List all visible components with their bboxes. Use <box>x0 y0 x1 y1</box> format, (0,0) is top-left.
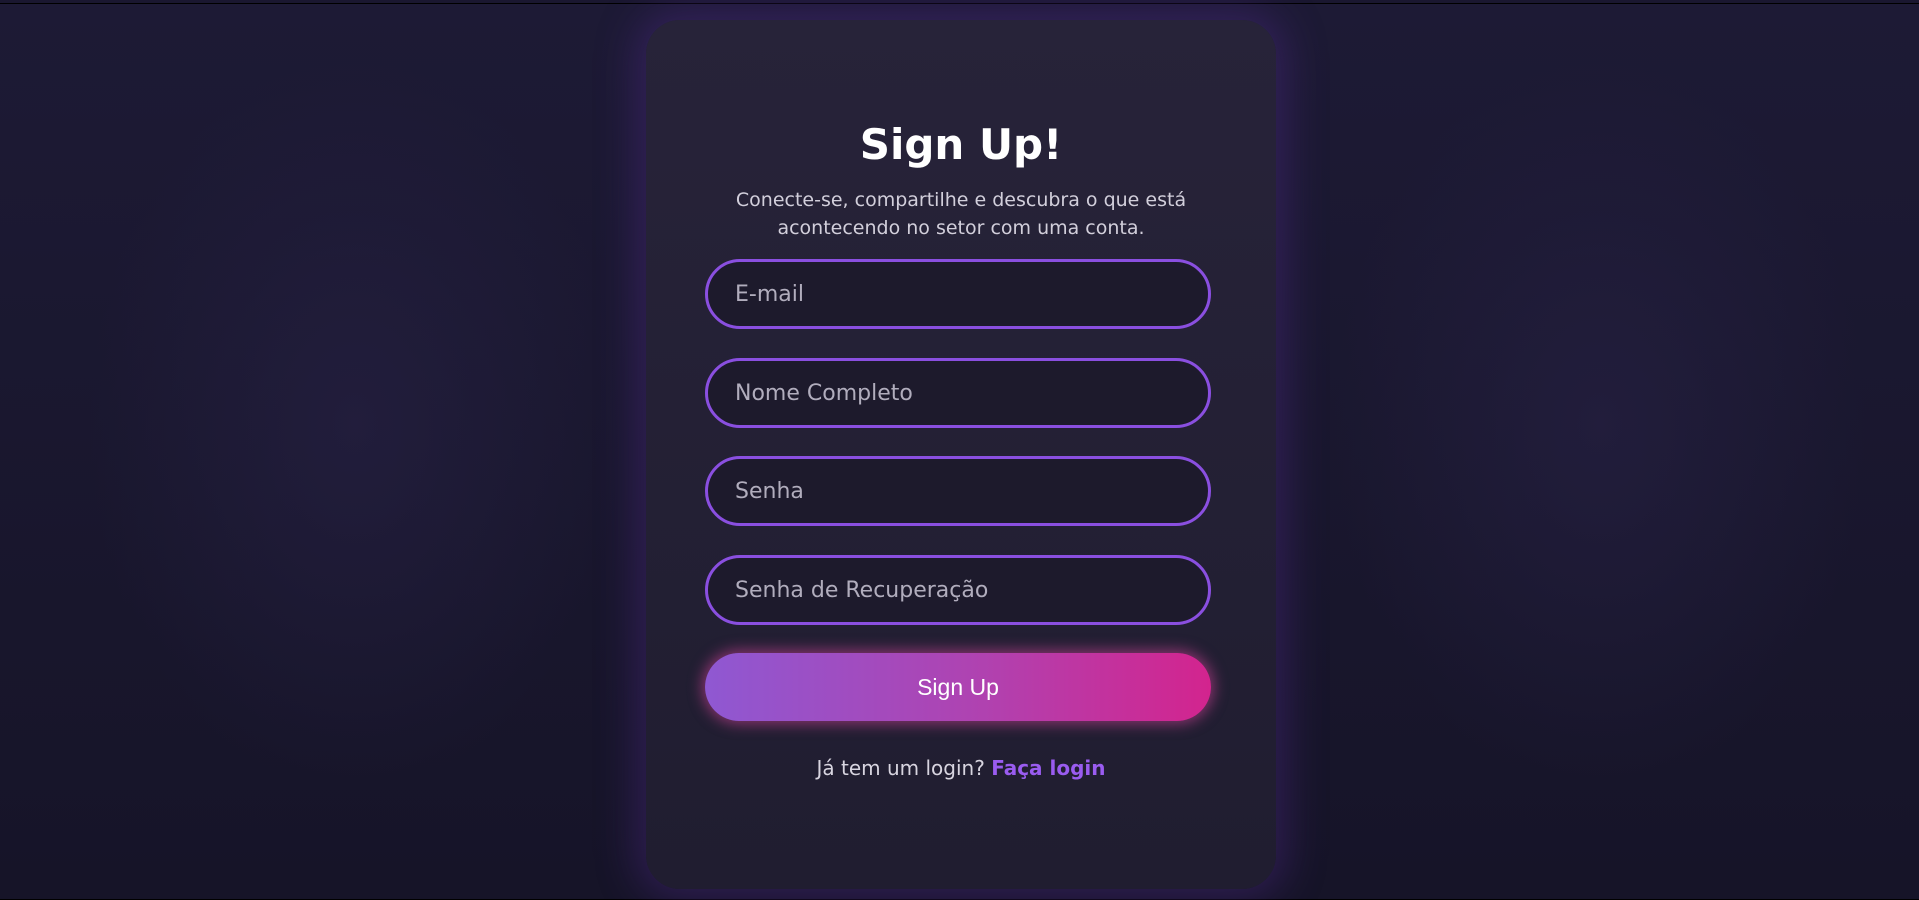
password-field[interactable] <box>705 456 1211 526</box>
signup-card: Sign Up! Conecte-se, compartilhe e descu… <box>646 20 1276 889</box>
login-prompt-text: Já tem um login? <box>816 756 985 780</box>
sign-up-button[interactable]: Sign Up <box>705 653 1211 721</box>
page-background: Sign Up! Conecte-se, compartilhe e descu… <box>0 3 1919 900</box>
recovery-password-field[interactable] <box>705 555 1211 625</box>
login-prompt-line: Já tem um login? Faça login <box>646 753 1276 783</box>
login-link[interactable]: Faça login <box>991 756 1105 780</box>
full-name-field[interactable] <box>705 358 1211 428</box>
form-subtitle: Conecte-se, compartilhe e descubra o que… <box>735 189 1187 239</box>
form-title: Sign Up! <box>859 120 1063 169</box>
email-field[interactable] <box>705 259 1211 329</box>
